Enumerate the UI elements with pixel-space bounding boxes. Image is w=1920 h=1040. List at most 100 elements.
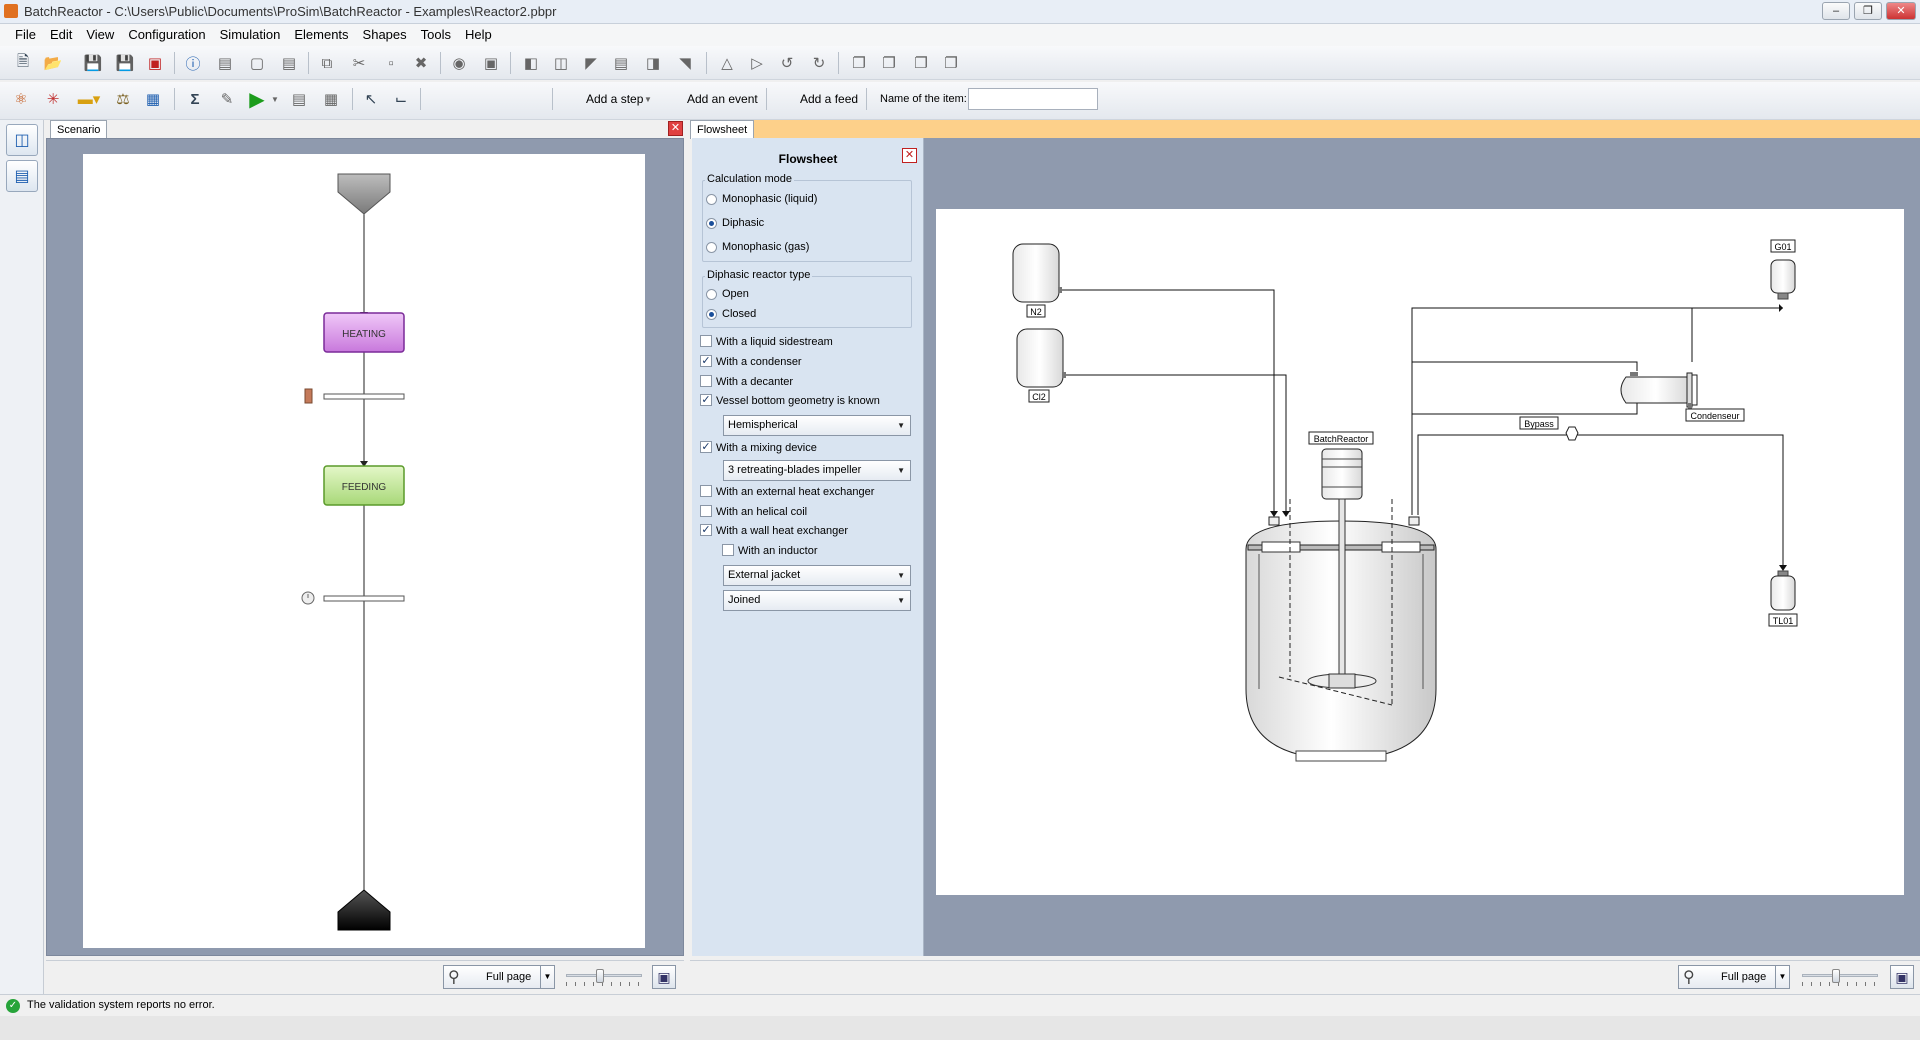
radio-monophasic-gas[interactable]: [706, 242, 717, 253]
connector-icon[interactable]: ⌙: [388, 87, 414, 111]
rotate-left-icon[interactable]: ↺: [774, 51, 800, 75]
unit-condenser[interactable]: Condenseur: [1620, 372, 1745, 422]
align-center-icon[interactable]: ◫: [548, 51, 574, 75]
event-bar-2[interactable]: [323, 595, 405, 602]
wall-exchanger-select[interactable]: External jacket ▼: [723, 565, 911, 586]
select-pointer-icon[interactable]: ↖: [358, 87, 384, 111]
send-back-icon[interactable]: ❐: [938, 51, 964, 75]
balance-icon[interactable]: ⚖: [110, 87, 136, 111]
align-left-icon[interactable]: ◧: [518, 51, 544, 75]
export-pdf-icon[interactable]: ▣: [142, 51, 168, 75]
add-feed-button[interactable]: Add a feed: [800, 82, 858, 116]
reactions-icon[interactable]: ✳: [40, 87, 66, 111]
unit-n2[interactable]: N2: [1012, 243, 1062, 318]
align-top-icon[interactable]: ◤: [578, 51, 604, 75]
flowsheet-zoom-select[interactable]: ⚲ Full page ▼: [1678, 965, 1790, 989]
scenario-start-node[interactable]: [337, 173, 391, 215]
radio-monophasic-liquid[interactable]: [706, 194, 717, 205]
item-name-input[interactable]: [968, 88, 1098, 110]
restore-button[interactable]: ❐: [1854, 2, 1882, 20]
scenario-end-node[interactable]: [337, 889, 391, 931]
menu-configuration[interactable]: Configuration: [121, 24, 212, 46]
menu-file[interactable]: File: [8, 24, 43, 46]
chevron-down-icon[interactable]: ▼: [1775, 966, 1789, 988]
check-external-heat-exchanger[interactable]: [700, 485, 712, 497]
unit-g01[interactable]: G01: [1770, 239, 1796, 300]
check-wall-heat-exchanger[interactable]: ✓: [700, 524, 712, 536]
unit-cl2[interactable]: Cl2: [1016, 328, 1066, 403]
add-event-button[interactable]: Add an event: [687, 82, 758, 116]
open-folder-icon[interactable]: 📂: [40, 51, 66, 75]
document-list-icon[interactable]: ▤: [276, 51, 302, 75]
menu-edit[interactable]: Edit: [43, 24, 79, 46]
flip-vertical-icon[interactable]: △: [714, 51, 740, 75]
check-inductor[interactable]: [722, 544, 734, 556]
unit-tl01[interactable]: TL01: [1768, 570, 1798, 627]
report-icon[interactable]: ▤: [286, 87, 312, 111]
database-icon[interactable]: ▤: [212, 51, 238, 75]
align-middle-icon[interactable]: ▤: [608, 51, 634, 75]
radio-open[interactable]: [706, 289, 717, 300]
add-step-button[interactable]: Add a step: [586, 82, 643, 116]
flip-horizontal-icon[interactable]: ▷: [744, 51, 770, 75]
compounds-icon[interactable]: ⚛: [8, 87, 34, 111]
align-bottom-icon[interactable]: ◥: [672, 51, 698, 75]
check-condenser[interactable]: ✓: [700, 355, 712, 367]
print-icon[interactable]: ▣: [478, 51, 504, 75]
close-window-button[interactable]: ✕: [1886, 2, 1916, 20]
scenario-fit-icon[interactable]: ▣: [652, 965, 676, 989]
run-simulation-icon[interactable]: ▶: [244, 87, 270, 111]
info-icon[interactable]: ⓘ: [180, 51, 206, 75]
check-decanter[interactable]: [700, 375, 712, 387]
unit-bypass[interactable]: Bypass: [1519, 416, 1579, 441]
menu-tools[interactable]: Tools: [414, 24, 458, 46]
minimize-button[interactable]: –: [1822, 2, 1850, 20]
edit-document-icon[interactable]: ✎: [214, 87, 240, 111]
send-backward-icon[interactable]: ❐: [908, 51, 934, 75]
cube-icon[interactable]: ▢: [244, 51, 270, 75]
check-bottom-geometry[interactable]: ✓: [700, 394, 712, 406]
copy-icon[interactable]: ⧉: [314, 51, 340, 75]
scenario-close-icon[interactable]: ✕: [668, 121, 683, 136]
align-right-icon[interactable]: ◨: [640, 51, 666, 75]
options-close-icon[interactable]: ✕: [902, 148, 917, 163]
menu-simulation[interactable]: Simulation: [213, 24, 288, 46]
menu-view[interactable]: View: [79, 24, 121, 46]
scenario-view-icon[interactable]: ▤: [6, 160, 38, 192]
radio-diphasic[interactable]: [706, 218, 717, 229]
mixing-device-select[interactable]: 3 retreating-blades impeller ▼: [723, 460, 911, 481]
cut-icon[interactable]: ✂: [346, 51, 372, 75]
radio-closed[interactable]: [706, 309, 717, 320]
scenario-zoom-slider[interactable]: [566, 969, 642, 987]
scenario-canvas[interactable]: HEATING FEEDING: [83, 154, 645, 948]
add-step-chevron-icon[interactable]: ▼: [642, 87, 654, 111]
scenario-zoom-select[interactable]: ⚲ Full page ▼: [443, 965, 555, 989]
run-options-chevron-icon[interactable]: ▼: [268, 87, 282, 111]
check-liquid-sidestream[interactable]: [700, 335, 712, 347]
menu-elements[interactable]: Elements: [287, 24, 355, 46]
rotate-right-icon[interactable]: ↻: [806, 51, 832, 75]
paste-icon[interactable]: ▫: [378, 51, 404, 75]
event-bar-1[interactable]: [323, 393, 405, 400]
flowsheet-canvas[interactable]: N2 Cl2 G01 TL01 Condenseur Bypass BatchR…: [936, 209, 1904, 895]
delete-icon[interactable]: ✖: [408, 51, 434, 75]
bring-front-icon[interactable]: ❐: [846, 51, 872, 75]
check-mixing-device[interactable]: ✓: [700, 441, 712, 453]
tab-scenario[interactable]: Scenario: [50, 120, 108, 139]
check-helical-coil[interactable]: [700, 505, 712, 517]
flowsheet-zoom-slider[interactable]: [1802, 969, 1878, 987]
calculator-icon[interactable]: ▦: [318, 87, 344, 111]
units-icon[interactable]: ▬▾: [72, 87, 106, 111]
flowsheet-view-icon[interactable]: ◫: [6, 124, 38, 156]
new-file-icon[interactable]: 🗎: [10, 51, 36, 75]
screenshot-icon[interactable]: ◉: [446, 51, 472, 75]
grid-settings-icon[interactable]: ▦: [140, 87, 166, 111]
save-as-icon[interactable]: 💾: [112, 51, 138, 75]
tab-flowsheet[interactable]: Flowsheet: [690, 120, 755, 139]
menu-shapes[interactable]: Shapes: [356, 24, 414, 46]
bring-forward-icon[interactable]: ❐: [876, 51, 902, 75]
sum-icon[interactable]: Σ: [182, 87, 208, 111]
flowsheet-fit-icon[interactable]: ▣: [1890, 965, 1914, 989]
menu-help[interactable]: Help: [458, 24, 499, 46]
save-icon[interactable]: 💾: [80, 51, 106, 75]
